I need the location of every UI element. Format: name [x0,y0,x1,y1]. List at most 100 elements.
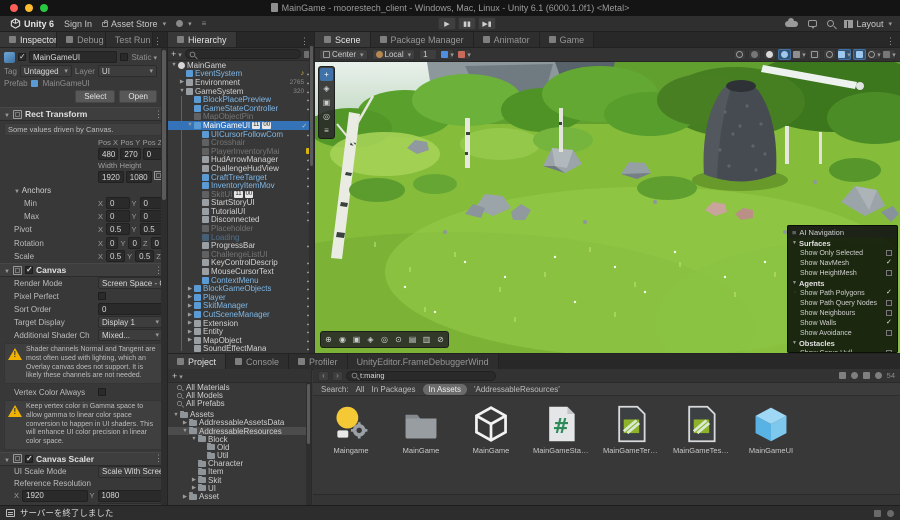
ainav-section-surfaces[interactable]: Surfaces [788,238,897,248]
tab-package-manager[interactable]: Package Manager [371,32,474,47]
hierarchy-item-contextmenu[interactable]: ContextMenu [168,276,314,285]
reference-resolution-x-field[interactable]: 1920 [22,490,87,502]
orbit-tool-button[interactable]: ◉ [336,333,349,346]
hierarchy-search-input[interactable] [185,49,301,59]
static-dropdown[interactable]: Static [131,53,157,62]
hierarchy-scrollbar[interactable] [309,45,314,353]
minimize-window-button[interactable] [25,4,33,12]
fold-icon[interactable]: ▶ [181,494,189,500]
grid-visibility-dropdown[interactable] [441,49,454,60]
sign-in-button[interactable]: Sign In [64,19,92,29]
anchor-min-x-field[interactable]: 0 [106,197,129,209]
pixel-perfect-checkbox[interactable] [98,292,106,300]
tab-hierarchy[interactable]: Hierarchy [168,32,237,47]
rotation-x-field[interactable]: 0 [106,237,118,249]
hierarchy-item-gamestatecontroller[interactable]: GameStateController [168,104,314,113]
overlay-toggle-button[interactable] [853,49,866,60]
project-tree-scrollbar[interactable] [306,383,311,505]
folder-asset[interactable]: ▶Asset [168,492,311,500]
play-button[interactable]: ▶ [438,17,456,30]
pivot-y-field[interactable]: 0.5 [140,223,163,235]
width-field[interactable]: 1920 [98,171,124,183]
close-window-button[interactable] [10,4,18,12]
asset-item[interactable]: MainGameTerrain [605,404,657,455]
scope-in-assets[interactable]: In Assets [423,384,467,395]
rotate-tool-button[interactable]: ◈ [320,82,333,95]
fold-icon[interactable]: ▼ [186,122,194,128]
hierarchy-item-inventoryitemmov[interactable]: InventoryItemMov [168,181,314,190]
hierarchy-item-startstoryui[interactable]: StartStoryUI [168,199,314,208]
search-icon[interactable] [827,20,834,27]
hierarchy-item-blockgameobjects[interactable]: ▶BlockGameObjects [168,284,314,293]
folder-assets[interactable]: ▼Assets [168,411,311,419]
tab-test-run[interactable]: Test Run [106,32,153,47]
sort-order-field[interactable]: 0 [98,303,163,315]
fold-icon[interactable]: ▶ [186,286,194,292]
grid-toggle-button[interactable]: ▤ [406,333,419,346]
inspector-scrollbar[interactable] [161,48,167,505]
grid-snap-size-field[interactable]: 1 [419,49,437,60]
asset-item[interactable]: # MainGameStarter [535,404,587,455]
back-button[interactable]: ‹ [318,371,329,381]
prefab-open-button[interactable]: Open [119,90,157,103]
notifications-icon[interactable] [808,20,817,27]
unchecked-checkbox[interactable] [886,300,892,306]
canvas-scaler-enabled-checkbox[interactable] [25,455,33,463]
pos-y-field[interactable]: 270 [120,148,140,160]
tab-console[interactable]: Console [226,354,289,369]
asset-item[interactable]: MainGame [395,404,447,455]
tab-scene[interactable]: Scene [315,32,371,47]
filter-label-icon[interactable] [863,372,870,379]
audio-toggle-button[interactable] [778,49,791,60]
effects-dropdown[interactable] [793,49,806,60]
panel-menu-icon[interactable] [886,36,895,47]
panel-menu-icon[interactable] [300,36,309,47]
canvas-scaler-header[interactable]: Canvas Scaler [0,452,167,466]
hierarchy-item-placeholder[interactable]: Placeholder [168,224,314,233]
fold-icon[interactable]: ▶ [190,477,198,483]
tab-profiler[interactable]: Profiler [289,354,348,369]
version-control-menu[interactable] [176,20,192,28]
hierarchy-item-hudarrowmanager[interactable]: HudArrowManager [168,156,314,165]
fold-icon[interactable]: ▼ [170,62,178,68]
pause-button[interactable]: ▮▮ [458,17,476,30]
layer-dropdown[interactable]: UI [98,65,157,77]
height-field[interactable]: 1080 [126,171,152,183]
tab-animator[interactable]: Animator [474,32,540,47]
hierarchy-item-tutorialui[interactable]: TutorialUI [168,207,314,216]
tool-handle-rotation-dropdown[interactable]: Local [372,49,416,60]
folder-block[interactable]: ▼Block [168,435,311,443]
scrollbar-thumb[interactable] [307,384,310,444]
gameobject-name-field[interactable]: MainGameUI [29,51,117,63]
tab-game[interactable]: Game [540,32,595,47]
scale-tool-button[interactable]: ▣ [320,96,333,109]
reference-resolution-y-field[interactable]: 1080 [98,490,163,502]
scene-3d-viewport[interactable]: + ◈ ▣ ◎ ≡ ⊕ ◉ ▣ ◈ ◎ ⊙ ▤ ▥ ⊘ ≡AI Navigati… [315,62,900,353]
tab-inspector[interactable]: Inspector [0,32,57,47]
scrollbar-thumb[interactable] [310,46,313,166]
prefab-select-button[interactable]: Select [75,90,115,103]
fold-icon[interactable]: ▶ [190,485,198,491]
filter-type-icon[interactable] [851,372,858,379]
hierarchy-item-loading[interactable]: Loading [168,233,314,242]
hidden-objects-button[interactable] [808,49,821,60]
render-mode-dropdown[interactable]: Screen Space - Overlay [98,277,163,289]
additional-shader-dropdown[interactable]: Mixed... [98,329,163,341]
fold-icon[interactable]: ▶ [186,312,194,318]
ui-scale-mode-dropdown[interactable]: Scale With Screen Size [98,466,163,478]
asset-store-menu[interactable]: Asset Store [102,19,166,29]
hierarchy-item-crafttreetarget[interactable]: CraftTreeTarget [168,173,314,182]
hierarchy-item-blockplacepreview[interactable]: BlockPlacePreview [168,95,314,104]
checked-checkbox[interactable] [886,260,892,266]
folder-util[interactable]: Util [168,452,311,460]
hierarchy-item-challengehudview[interactable]: ChallengeHudView [168,164,314,173]
pan-tool-button[interactable]: ⊕ [322,333,335,346]
transform-tool-button[interactable]: ≡ [320,124,333,137]
asset-item[interactable]: MainGame [465,404,517,455]
hierarchy-item-progressbar[interactable]: ProgressBar [168,241,314,250]
step-button[interactable]: ▶▮ [478,17,496,30]
rect-transform-header[interactable]: Rect Transform [0,107,167,121]
fold-icon[interactable]: ▶ [186,294,194,300]
hierarchy-item-player[interactable]: ▶Player [168,293,314,302]
fold-icon[interactable]: ▶ [186,329,194,335]
